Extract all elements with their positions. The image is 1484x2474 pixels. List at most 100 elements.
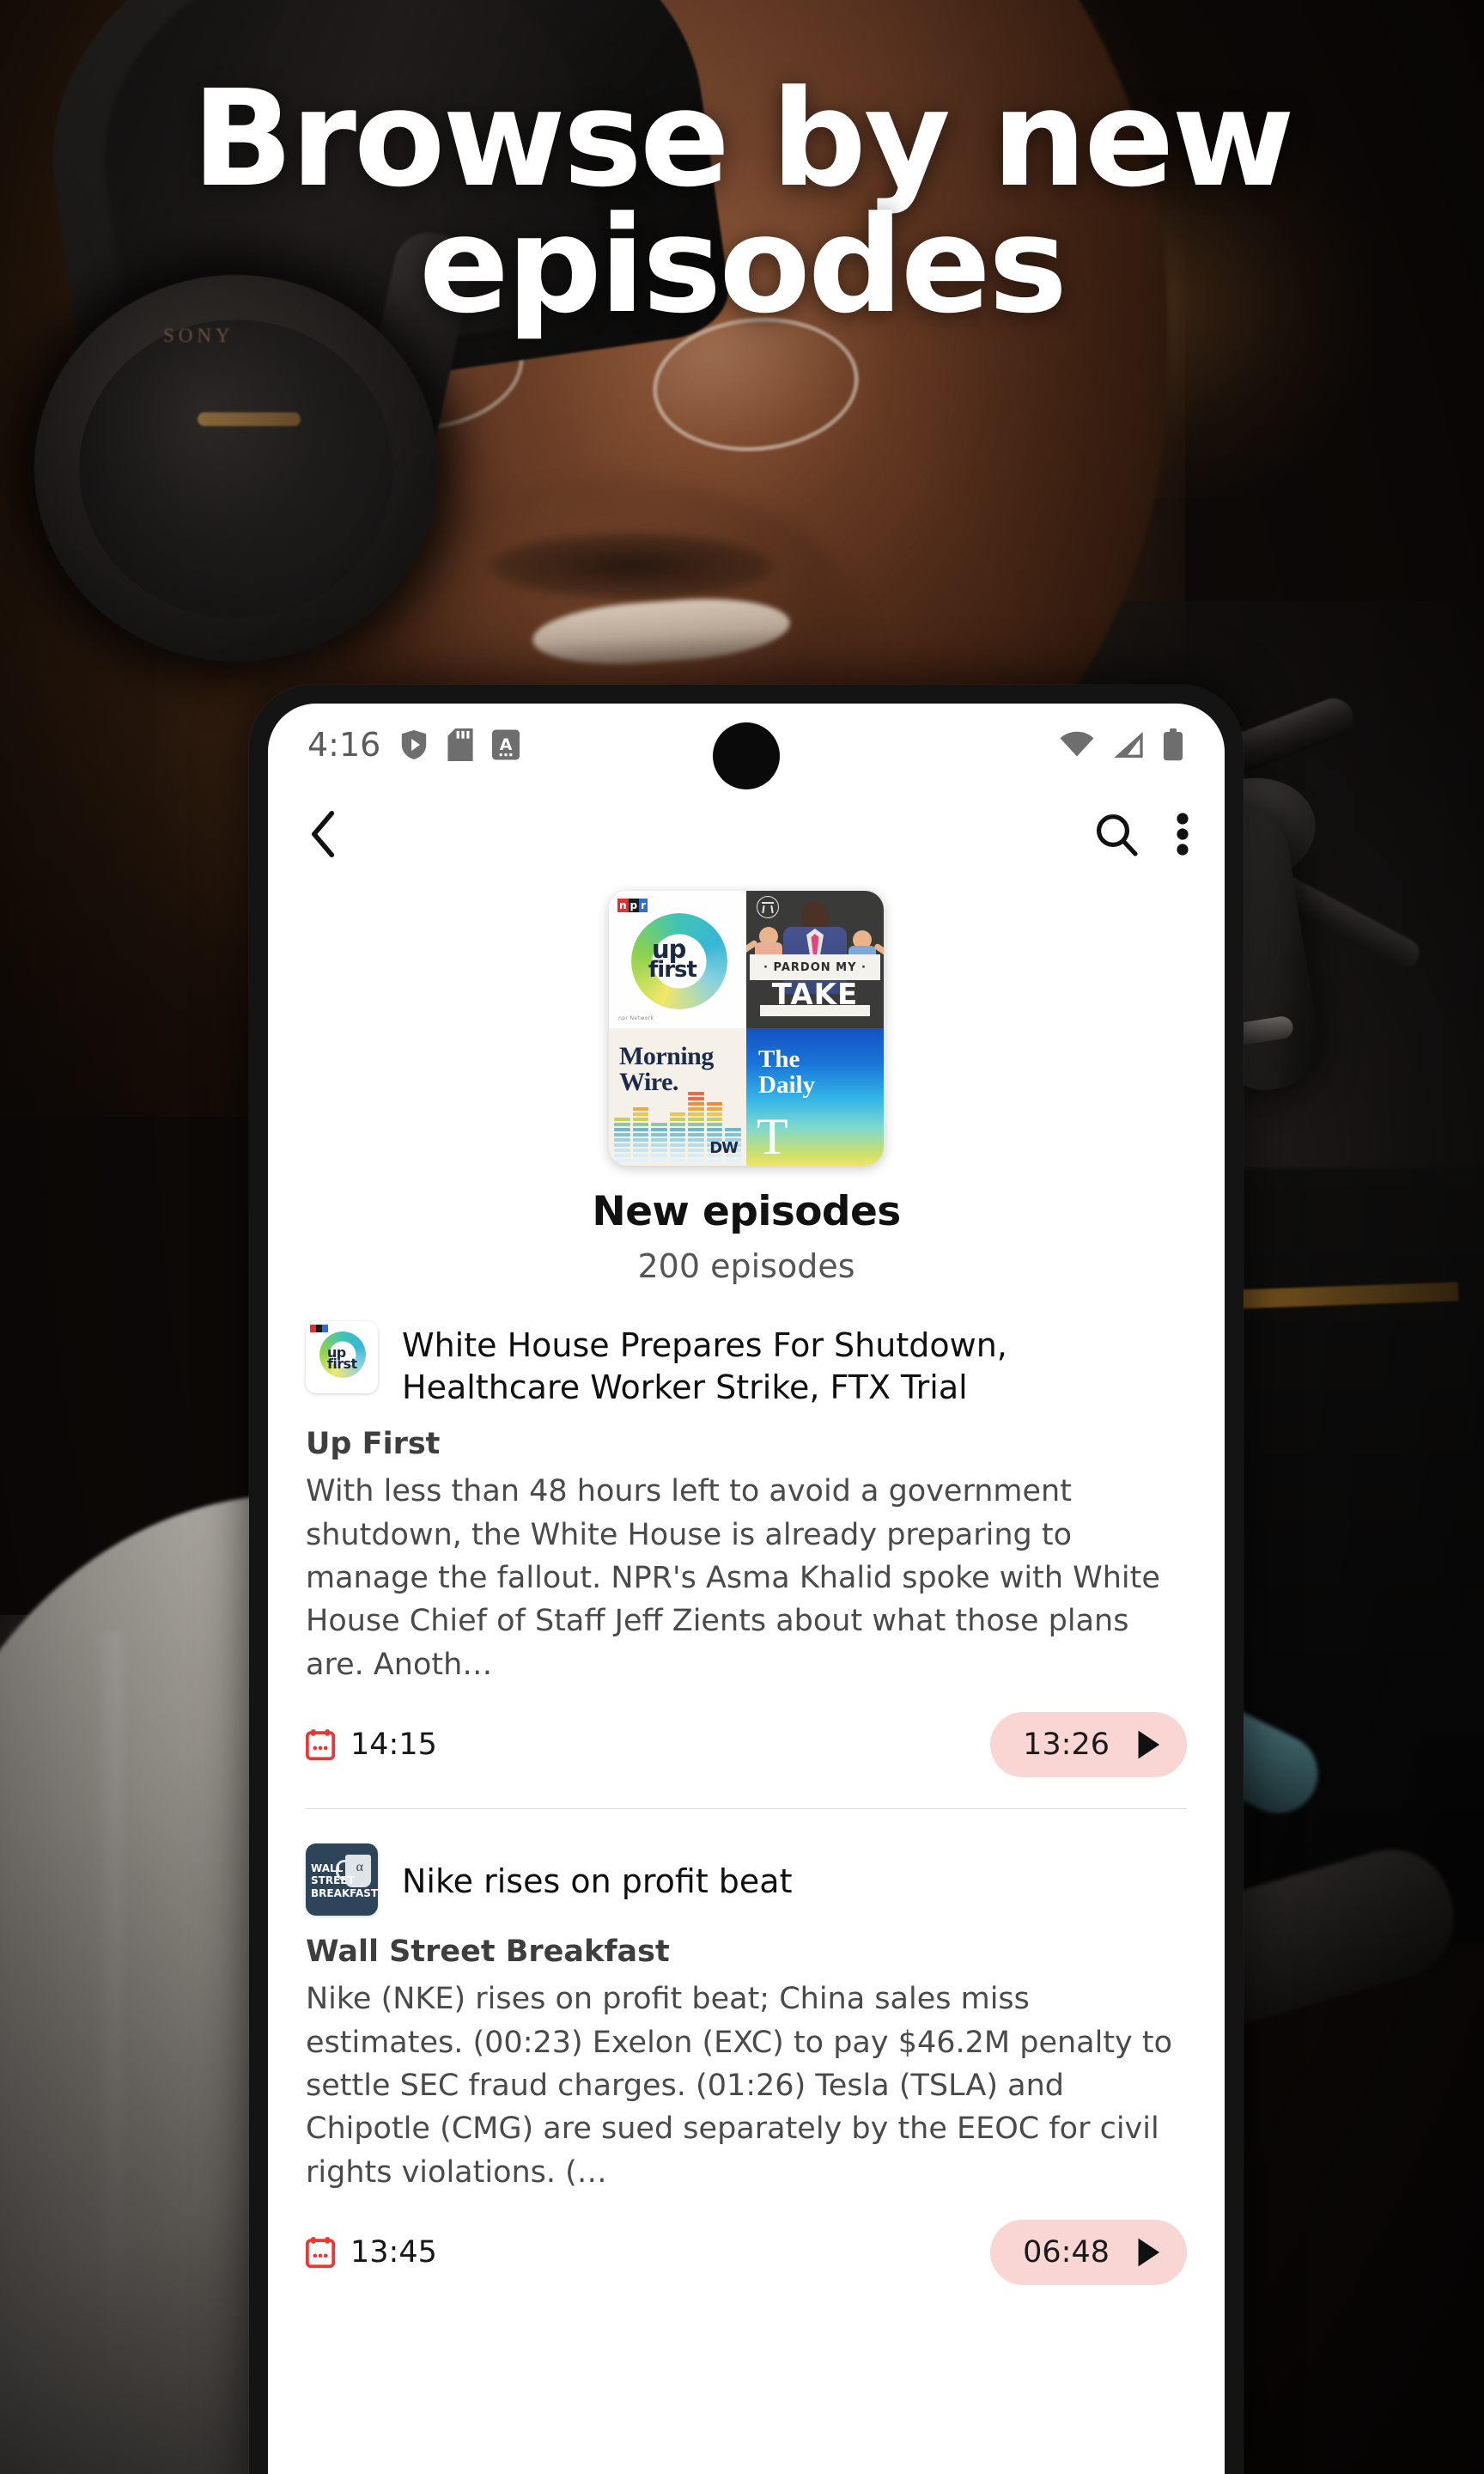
equalizer-segment (651, 1128, 667, 1131)
equalizer-segment (651, 1149, 667, 1152)
equalizer-segment (614, 1143, 630, 1147)
equalizer-segment (688, 1102, 704, 1106)
play-episode-button[interactable]: 13:26 (990, 1712, 1187, 1778)
cellular-signal-icon (1111, 730, 1146, 759)
up-first-network-footer: npr Network (618, 1015, 654, 1021)
equalizer-segment (706, 1107, 723, 1111)
equalizer-segment (669, 1112, 686, 1116)
episode-duration: 13:26 (1023, 1728, 1110, 1763)
morning-wire-wordmark: Morning Wire. (619, 1044, 739, 1095)
equalizer-segment (614, 1118, 630, 1121)
collage-tile-pardon-my-take: · PARDON MY · TAKE (746, 891, 884, 1028)
episode-show-name: Wall Street Breakfast (306, 1935, 670, 1970)
equalizer-segment (688, 1097, 704, 1100)
pmt-banner-text: · PARDON MY · (763, 960, 867, 974)
app-bar-actions (1094, 786, 1190, 882)
status-bar-clock: 4:16 (307, 726, 381, 764)
equalizer-segment (706, 1128, 723, 1131)
status-bar-right (1058, 704, 1185, 786)
back-button[interactable] (306, 810, 342, 858)
npr-logo-icon: n p r (617, 899, 648, 912)
npr-letter-p: p (628, 899, 640, 912)
page-title: New episodes (592, 1188, 901, 1235)
search-icon[interactable] (1094, 812, 1139, 856)
equalizer-segment (651, 1154, 667, 1157)
npr-logo-icon (310, 1325, 328, 1332)
equalizer-segment (614, 1159, 630, 1162)
the-daily-word-2: Daily (758, 1070, 816, 1099)
list-item[interactable]: up first White House Prepares For Shutdo… (268, 1321, 1225, 1778)
equalizer-segment (725, 1128, 742, 1131)
episode-description: Nike (NKE) rises on profit beat; China s… (306, 1982, 1173, 2190)
equalizer-segment (632, 1143, 649, 1147)
equalizer-segment (706, 1159, 723, 1162)
play-icon (1135, 2237, 1161, 2268)
collage-tile-up-first: n p r up first npr Network (609, 891, 746, 1028)
equalizer-segment (614, 1123, 630, 1126)
equalizer-segment (651, 1123, 667, 1126)
play-episode-button[interactable]: 06:48 (990, 2220, 1187, 2286)
episode-header: up first White House Prepares For Shutdo… (306, 1321, 1187, 1408)
equalizer-segment (669, 1138, 686, 1142)
equalizer-segment (651, 1143, 667, 1147)
equalizer-segment (688, 1154, 704, 1157)
episode-footer: 13:45 06:48 (306, 2220, 1187, 2286)
battery-icon (1161, 728, 1185, 761)
equalizer-segment (688, 1149, 704, 1152)
sd-card-icon (447, 728, 473, 761)
the-daily-wordmark: The Daily (758, 1046, 816, 1099)
equalizer-segment (651, 1138, 667, 1142)
equalizer-segment (614, 1138, 630, 1142)
equalizer-segment (706, 1102, 723, 1106)
status-bar-left: 4:16 A (307, 726, 520, 764)
keyboard-language-icon: A (492, 729, 520, 760)
equalizer-segment (688, 1092, 704, 1095)
phone-mockup: 4:16 A n p r up first npr Network · PARD… (249, 685, 1244, 2474)
equalizer-segment (669, 1143, 686, 1147)
svg-text:A: A (500, 735, 513, 754)
up-first-word-first: first (327, 1356, 357, 1373)
equalizer-segment (651, 1159, 667, 1162)
equalizer-segment (669, 1118, 686, 1121)
equalizer-segment (632, 1154, 649, 1157)
pmt-banner: · PARDON MY · (750, 954, 880, 980)
equalizer-segment (669, 1128, 686, 1131)
equalizer-segment (669, 1154, 686, 1157)
equalizer-column (688, 1092, 704, 1162)
equalizer-segment (632, 1128, 649, 1131)
app-bar (268, 786, 1225, 882)
wsb-wordmark: WALL STREET BREAKFAST (311, 1862, 378, 1898)
episode-title: White House Prepares For Shutdown, Healt… (402, 1326, 1007, 1406)
equalizer-segment (688, 1107, 704, 1111)
play-icon (1135, 1729, 1161, 1760)
episode-count: 200 episodes (637, 1247, 855, 1285)
episode-title: Nike rises on profit beat (402, 1862, 793, 1901)
collage-tile-the-daily: The Daily T (746, 1028, 884, 1166)
collage-tile-morning-wire: Morning Wire. DW (609, 1028, 746, 1166)
equalizer-segment (725, 1159, 742, 1162)
collection-header: n p r up first npr Network · PARDON MY ·… (268, 882, 1225, 1285)
equalizer-segment (632, 1118, 649, 1121)
equalizer-segment (725, 1133, 742, 1136)
npr-letter-n: n (617, 899, 629, 912)
equalizer-segment (688, 1128, 704, 1131)
equalizer-segment (706, 1123, 723, 1126)
morning-wire-network-logo: DW (709, 1139, 739, 1157)
equalizer-segment (688, 1138, 704, 1142)
list-item[interactable]: α WALL STREET BREAKFAST Nike rises on pr… (268, 1809, 1225, 2286)
episode-date-text: 13:45 (350, 2235, 437, 2270)
equalizer-segment (614, 1128, 630, 1131)
more-vertical-icon[interactable] (1175, 812, 1190, 856)
equalizer-segment (632, 1149, 649, 1152)
equalizer-segment (688, 1112, 704, 1116)
equalizer-segment (632, 1138, 649, 1142)
equalizer-segment (706, 1118, 723, 1121)
wifi-icon (1058, 730, 1096, 759)
barstool-sports-logo-icon (757, 896, 779, 918)
equalizer-segment (614, 1133, 630, 1136)
episode-date-text: 14:15 (350, 1728, 437, 1763)
equalizer-segment (614, 1149, 630, 1152)
equalizer-column (632, 1107, 649, 1162)
equalizer-segment (632, 1159, 649, 1162)
equalizer-segment (614, 1154, 630, 1157)
